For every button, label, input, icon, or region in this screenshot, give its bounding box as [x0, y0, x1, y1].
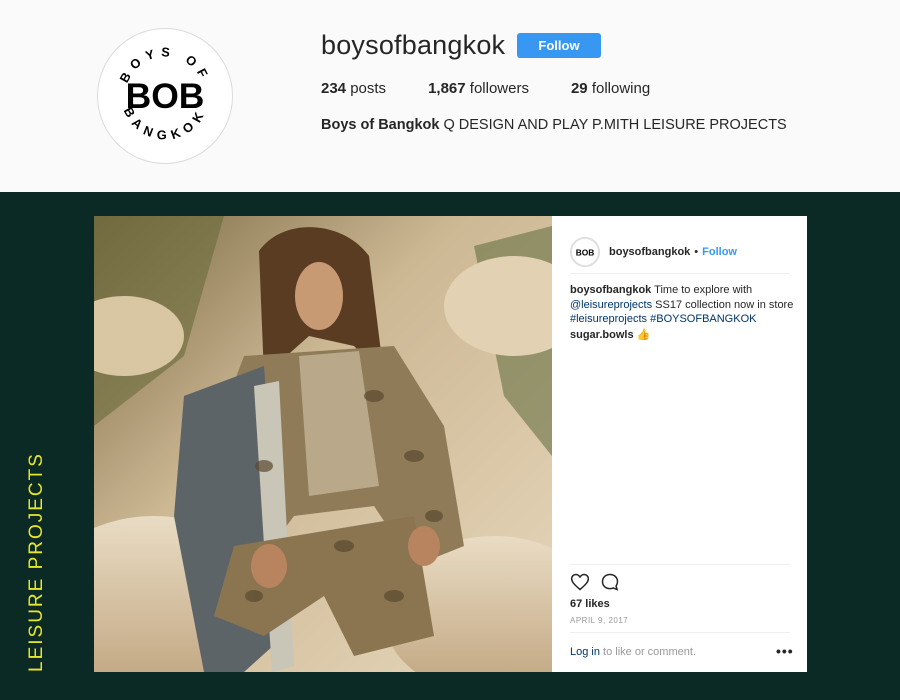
comment-icon[interactable]: [600, 572, 620, 592]
hashtag-link[interactable]: #BOYSOFBANGKOK: [650, 313, 756, 325]
profile-bio: Boys of Bangkok Q DESIGN AND PLAY P.MITH…: [321, 117, 787, 133]
heart-icon[interactable]: [570, 572, 590, 592]
svg-text:BOB: BOB: [126, 76, 205, 116]
post-panel: BOB boysofbangkok • Follow boysofbangkok…: [552, 216, 807, 672]
divider: [570, 564, 790, 565]
hashtag-link[interactable]: #leisureprojects: [570, 313, 647, 325]
more-options-icon[interactable]: •••: [776, 643, 794, 659]
login-prompt: Log in to like or comment.: [570, 646, 696, 658]
profile-stats: 234 posts 1,867 followers 29 following: [321, 80, 692, 97]
bio-text: Q DESIGN AND PLAY P.MITH LEISURE PROJECT…: [439, 117, 787, 133]
side-label: LEISURE PROJECTS: [26, 452, 47, 672]
thumbs-up-emoji: 👍: [636, 329, 651, 341]
photo-image: [94, 216, 552, 672]
post-username[interactable]: boysofbangkok: [609, 246, 690, 258]
profile-header: BOYS OF BANGKOK BOB boysofbangkok Follow…: [0, 0, 900, 192]
comment-username[interactable]: sugar.bowls: [570, 329, 634, 341]
bio-name: Boys of Bangkok: [321, 117, 440, 133]
post-follow-button[interactable]: Follow: [702, 246, 737, 258]
comment-item: sugar.bowls 👍: [570, 328, 650, 341]
mention-link[interactable]: @leisureprojects: [570, 299, 652, 311]
profile-avatar[interactable]: BOYS OF BANGKOK BOB: [97, 28, 233, 164]
post-caption: boysofbangkok Time to explore with @leis…: [570, 284, 794, 325]
caption-username[interactable]: boysofbangkok: [570, 284, 651, 296]
profile-username: boysofbangkok: [321, 30, 506, 60]
bob-logo-icon: BOYS OF BANGKOK BOB: [116, 44, 207, 142]
post-header: BOB boysofbangkok • Follow: [570, 230, 790, 274]
follow-button[interactable]: Follow: [517, 33, 601, 58]
mini-avatar-icon[interactable]: BOB: [570, 236, 600, 267]
post-date: APRIL 9, 2017: [570, 616, 629, 625]
post-photo[interactable]: [94, 216, 552, 672]
svg-text:BOB: BOB: [576, 247, 595, 257]
post-card: BOB boysofbangkok • Follow boysofbangkok…: [94, 216, 807, 672]
followers-stat[interactable]: 1,867 followers: [428, 80, 529, 97]
likes-count[interactable]: 67 likes: [570, 598, 610, 610]
posts-stat: 234 posts: [321, 80, 387, 97]
login-link[interactable]: Log in: [570, 646, 600, 658]
header-separator: •: [694, 245, 699, 258]
following-stat[interactable]: 29 following: [571, 80, 650, 97]
action-icons: [570, 572, 630, 592]
divider: [570, 632, 790, 633]
